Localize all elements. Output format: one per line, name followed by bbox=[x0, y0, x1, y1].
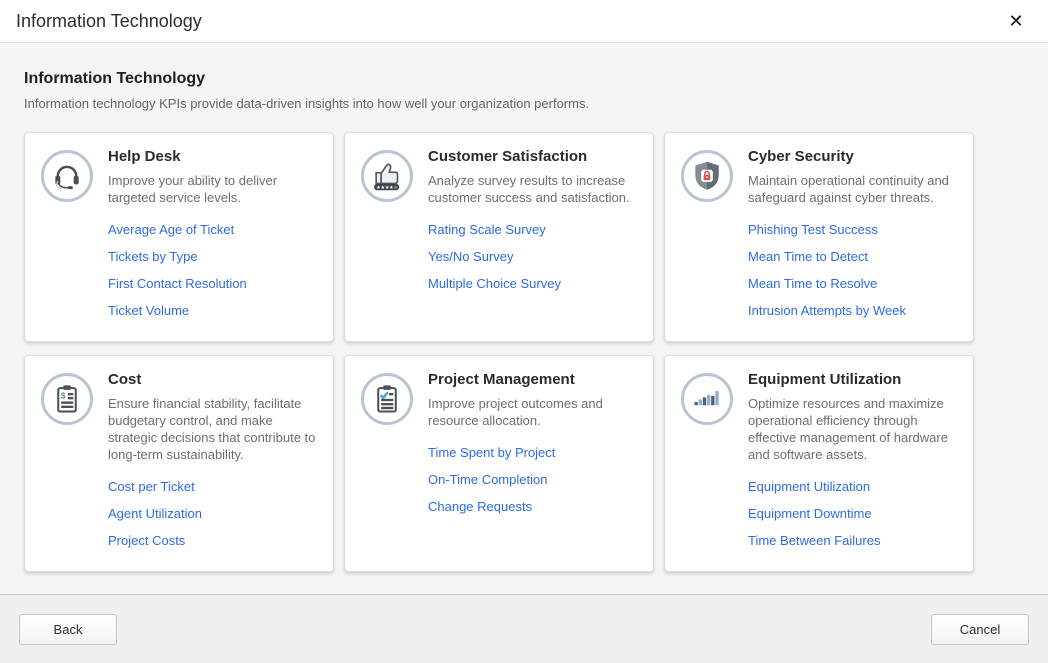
card-help-desk: Help Desk Improve your ability to delive… bbox=[24, 132, 334, 342]
svg-text:★★★★: ★★★★ bbox=[376, 185, 394, 191]
card-cost: $ Cost Ensure financial stability, facil… bbox=[24, 355, 334, 572]
svg-text:★: ★ bbox=[393, 185, 398, 191]
check-clipboard-icon bbox=[361, 373, 413, 425]
bar-chart-icon bbox=[681, 373, 733, 425]
card-title: Cyber Security bbox=[748, 148, 959, 165]
kpi-link-average-age-of-ticket[interactable]: Average Age of Ticket bbox=[108, 222, 234, 237]
card-description: Optimize resources and maximize operatio… bbox=[748, 395, 959, 463]
card-description: Improve your ability to deliver targeted… bbox=[108, 172, 319, 206]
kpi-link-cost-per-ticket[interactable]: Cost per Ticket bbox=[108, 479, 195, 494]
card-description: Improve project outcomes and resource al… bbox=[428, 395, 639, 429]
card-title: Project Management bbox=[428, 371, 639, 388]
kpi-link-equipment-downtime[interactable]: Equipment Downtime bbox=[748, 506, 872, 521]
kpi-link-list: Equipment Utilization Equipment Downtime… bbox=[748, 478, 959, 550]
card-description: Analyze survey results to increase custo… bbox=[428, 172, 639, 206]
card-title: Cost bbox=[108, 371, 319, 388]
card-title: Help Desk bbox=[108, 148, 319, 165]
dialog-title: Information Technology bbox=[16, 11, 1002, 32]
kpi-cards-grid: Help Desk Improve your ability to delive… bbox=[24, 132, 1024, 572]
kpi-link-agent-utilization[interactable]: Agent Utilization bbox=[108, 506, 202, 521]
page-title: Information Technology bbox=[24, 70, 1024, 88]
headset-icon bbox=[41, 150, 93, 202]
kpi-link-change-requests[interactable]: Change Requests bbox=[428, 499, 532, 514]
card-customer-satisfaction: ★★★★ ★ Customer Satisfaction Analyze sur… bbox=[344, 132, 654, 342]
kpi-link-equipment-utilization[interactable]: Equipment Utilization bbox=[748, 479, 870, 494]
kpi-link-project-costs[interactable]: Project Costs bbox=[108, 533, 185, 548]
dollar-clipboard-icon: $ bbox=[41, 373, 93, 425]
kpi-link-rating-scale-survey[interactable]: Rating Scale Survey bbox=[428, 222, 546, 237]
kpi-link-time-spent-by-project[interactable]: Time Spent by Project bbox=[428, 445, 555, 460]
kpi-link-on-time-completion[interactable]: On-Time Completion bbox=[428, 472, 547, 487]
card-description: Ensure financial stability, facilitate b… bbox=[108, 395, 319, 463]
kpi-link-list: Average Age of Ticket Tickets by Type Fi… bbox=[108, 221, 319, 320]
kpi-link-list: Time Spent by Project On-Time Completion… bbox=[428, 444, 639, 516]
kpi-link-list: Phishing Test Success Mean Time to Detec… bbox=[748, 221, 959, 320]
card-description: Maintain operational continuity and safe… bbox=[748, 172, 959, 206]
dialog-footer: Back Cancel bbox=[0, 594, 1048, 663]
kpi-link-yes-no-survey[interactable]: Yes/No Survey bbox=[428, 249, 514, 264]
back-button[interactable]: Back bbox=[19, 614, 117, 645]
dialog-header: Information Technology ✕ bbox=[0, 0, 1048, 43]
shield-lock-icon bbox=[681, 150, 733, 202]
close-icon[interactable]: ✕ bbox=[1002, 7, 1030, 35]
kpi-link-tickets-by-type[interactable]: Tickets by Type bbox=[108, 249, 198, 264]
card-title: Customer Satisfaction bbox=[428, 148, 639, 165]
kpi-link-time-between-failures[interactable]: Time Between Failures bbox=[748, 533, 880, 548]
card-project-management: Project Management Improve project outco… bbox=[344, 355, 654, 572]
kpi-link-list: Rating Scale Survey Yes/No Survey Multip… bbox=[428, 221, 639, 293]
kpi-link-list: Cost per Ticket Agent Utilization Projec… bbox=[108, 478, 319, 550]
cancel-button[interactable]: Cancel bbox=[931, 614, 1029, 645]
kpi-link-phishing-test-success[interactable]: Phishing Test Success bbox=[748, 222, 878, 237]
svg-text:$: $ bbox=[61, 391, 66, 401]
card-title: Equipment Utilization bbox=[748, 371, 959, 388]
page-subtitle: Information technology KPIs provide data… bbox=[24, 96, 1024, 111]
kpi-link-multiple-choice-survey[interactable]: Multiple Choice Survey bbox=[428, 276, 561, 291]
dialog-body: Information Technology Information techn… bbox=[0, 44, 1048, 594]
card-equipment-utilization: Equipment Utilization Optimize resources… bbox=[664, 355, 974, 572]
kpi-link-first-contact-resolution[interactable]: First Contact Resolution bbox=[108, 276, 247, 291]
kpi-link-mean-time-to-detect[interactable]: Mean Time to Detect bbox=[748, 249, 868, 264]
kpi-link-intrusion-attempts-by-week[interactable]: Intrusion Attempts by Week bbox=[748, 303, 906, 318]
kpi-link-mean-time-to-resolve[interactable]: Mean Time to Resolve bbox=[748, 276, 877, 291]
card-cyber-security: Cyber Security Maintain operational cont… bbox=[664, 132, 974, 342]
kpi-link-ticket-volume[interactable]: Ticket Volume bbox=[108, 303, 189, 318]
thumbs-up-rating-icon: ★★★★ ★ bbox=[361, 150, 413, 202]
